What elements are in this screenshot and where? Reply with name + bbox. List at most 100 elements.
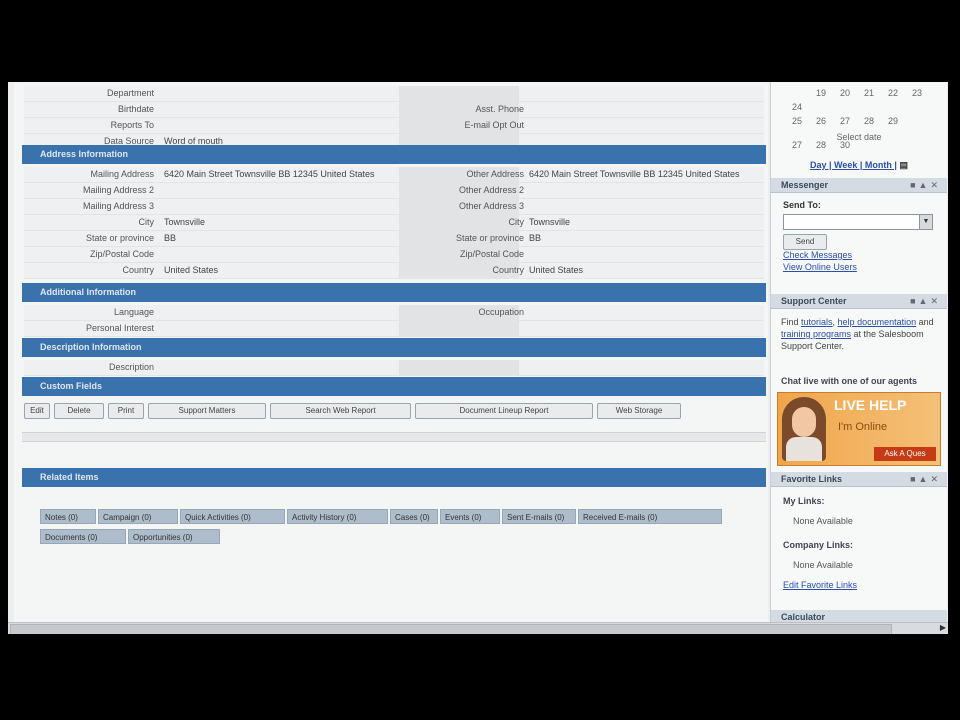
field-row: Language Occupation xyxy=(24,305,764,321)
field-row: Mailing Address 6420 Main Street Townsvil… xyxy=(24,167,764,183)
horizontal-scrollbar[interactable]: ▶ xyxy=(8,622,948,634)
field-label: Description xyxy=(108,362,154,372)
print-icon[interactable]: ▤ xyxy=(899,160,908,170)
calendar-day[interactable]: 28 xyxy=(857,114,881,128)
calendar-day[interactable]: 22 xyxy=(881,86,905,100)
related-tab-quick-activities[interactable]: Quick Activities (0) xyxy=(180,509,285,524)
calendar-day[interactable]: 19 xyxy=(809,86,833,100)
field-row: Reports To E-mail Opt Out xyxy=(24,118,764,134)
field-label: City xyxy=(508,217,525,227)
panel-controls-icon[interactable]: ■▲✕ xyxy=(910,294,941,309)
field-value: BB xyxy=(529,233,542,243)
related-tab-received-e-mails[interactable]: Received E-mails (0) xyxy=(578,509,722,524)
field-label: Zip/Postal Code xyxy=(89,249,154,259)
field-label: Occupation xyxy=(478,307,524,317)
action-button-delete[interactable]: Delete xyxy=(54,403,104,419)
field-label: State or province xyxy=(455,233,524,243)
description-section-header[interactable]: Description Information xyxy=(22,338,766,357)
related-tab-campaign[interactable]: Campaign (0) xyxy=(98,509,178,524)
field-value: BB xyxy=(164,233,177,243)
field-label: State or province xyxy=(85,233,154,243)
calendar-day[interactable]: 21 xyxy=(857,86,881,100)
field-value: United States xyxy=(529,265,584,275)
field-label: Department xyxy=(106,88,154,98)
additional-section-header[interactable]: Additional Information xyxy=(22,283,766,302)
related-tab-opportunities[interactable]: Opportunities (0) xyxy=(128,529,220,544)
my-links-none: None Available xyxy=(793,516,853,526)
action-button-web-storage[interactable]: Web Storage xyxy=(597,403,681,419)
chat-live-text: Chat live with one of our agents xyxy=(781,376,918,386)
edit-favorite-links[interactable]: Edit Favorite Links xyxy=(783,580,857,590)
action-button-search-web-report[interactable]: Search Web Report xyxy=(270,403,411,419)
view-online-users-link[interactable]: View Online Users xyxy=(783,262,857,272)
calculator-title: Calculator xyxy=(781,612,826,622)
send-button[interactable]: Send xyxy=(783,234,827,250)
live-help-title: LIVE HELP xyxy=(834,397,907,413)
related-tab-sent-e-mails[interactable]: Sent E-mails (0) xyxy=(502,509,576,524)
field-label: E-mail Opt Out xyxy=(464,120,524,130)
im-online-text: I'm Online xyxy=(838,421,888,433)
related-tab-cases[interactable]: Cases (0) xyxy=(390,509,438,524)
related-items-section-header[interactable]: Related Items xyxy=(22,468,766,487)
tutorials-link[interactable]: tutorials xyxy=(801,317,833,327)
related-tab-documents[interactable]: Documents (0) xyxy=(40,529,126,544)
custom-fields-section-header[interactable]: Custom Fields xyxy=(22,377,766,396)
related-tab-activity-history[interactable]: Activity History (0) xyxy=(287,509,388,524)
calendar-day[interactable]: 27 xyxy=(833,114,857,128)
check-messages-link[interactable]: Check Messages xyxy=(783,250,852,260)
field-row: Description xyxy=(24,360,764,376)
my-links-label: My Links: xyxy=(783,496,825,506)
chevron-down-icon: ▼ xyxy=(919,215,932,229)
field-label: Other Address 3 xyxy=(458,201,524,211)
ask-question-button[interactable]: Ask A Ques xyxy=(874,447,936,461)
field-value: Townsville xyxy=(164,217,206,227)
related-tab-notes[interactable]: Notes (0) xyxy=(40,509,96,524)
related-items-tabs: Notes (0) Campaign (0) Quick Activities (0… xyxy=(40,509,730,549)
action-button-print[interactable]: Print xyxy=(108,403,144,419)
action-button-support-matters[interactable]: Support Matters xyxy=(148,403,266,419)
scroll-right-icon[interactable]: ▶ xyxy=(940,623,946,632)
favorite-links-header: Favorite Links ■▲✕ xyxy=(771,472,947,487)
live-help-banner[interactable]: LIVE HELP I'm Online Ask A Ques xyxy=(777,392,941,466)
calendar-view-links[interactable]: Day | Week | Month | ▤ xyxy=(771,160,947,171)
action-button-edit[interactable]: Edit xyxy=(24,403,50,419)
scrollbar-thumb[interactable] xyxy=(10,624,892,634)
field-label: Other Address xyxy=(466,169,524,179)
field-label: City xyxy=(138,217,155,227)
mini-calendar[interactable]: 19 20 21 22 2324 25 26 27 28 29 27 28 30 xyxy=(785,86,945,162)
send-to-label: Send To: xyxy=(783,200,821,210)
field-row: Zip/Postal Code Zip/Postal Code xyxy=(24,247,764,263)
field-row: Birthdate Asst. Phone xyxy=(24,102,764,118)
send-to-select[interactable]: ▼ xyxy=(783,214,933,230)
sidebar: 19 20 21 22 2324 25 26 27 28 29 27 28 30 Select date… xyxy=(770,82,947,628)
calendar-day[interactable]: 25 xyxy=(785,114,809,128)
calendar-day[interactable]: 24 xyxy=(785,100,809,114)
training-programs-link[interactable]: training programs xyxy=(781,329,851,339)
field-label: Reports To xyxy=(110,120,154,130)
field-row: Mailing Address 2 Other Address 2 xyxy=(24,183,764,199)
field-label: Mailing Address 3 xyxy=(82,201,154,211)
field-label: Mailing Address xyxy=(90,169,154,179)
panel-controls-icon[interactable]: ■▲✕ xyxy=(910,178,941,193)
calendar-day[interactable]: 20 xyxy=(833,86,857,100)
field-row: City Townsville City Townsville xyxy=(24,215,764,231)
field-label: Asst. Phone xyxy=(475,104,524,114)
field-row: State or province BB State or province BB xyxy=(24,231,764,247)
action-button-document-lineup-report[interactable]: Document Lineup Report xyxy=(415,403,593,419)
calendar-day[interactable]: 26 xyxy=(809,114,833,128)
field-row: Country United States Country United States xyxy=(24,263,764,279)
related-tab-events[interactable]: Events (0) xyxy=(440,509,500,524)
field-row: Department xyxy=(24,86,764,102)
address-section-header[interactable]: Address Information xyxy=(22,145,766,164)
help-documentation-link[interactable]: help documentation xyxy=(838,317,917,327)
panel-controls-icon[interactable]: ■▲✕ xyxy=(910,472,941,487)
calendar-day[interactable]: 29 xyxy=(881,114,905,128)
calendar-week-row: 19 20 21 22 23 24 xyxy=(785,86,945,114)
day-week-month-links[interactable]: Day | Week | Month | xyxy=(810,160,897,170)
agent-photo-icon xyxy=(782,397,826,461)
contact-detail-panel: Department Birthdate Asst. Phone Reports To… xyxy=(14,82,768,622)
inner-scroll-strip[interactable] xyxy=(22,432,766,442)
field-label: Country xyxy=(122,265,154,275)
calendar-day[interactable]: 23 xyxy=(905,86,929,100)
company-links-none: None Available xyxy=(793,560,853,570)
